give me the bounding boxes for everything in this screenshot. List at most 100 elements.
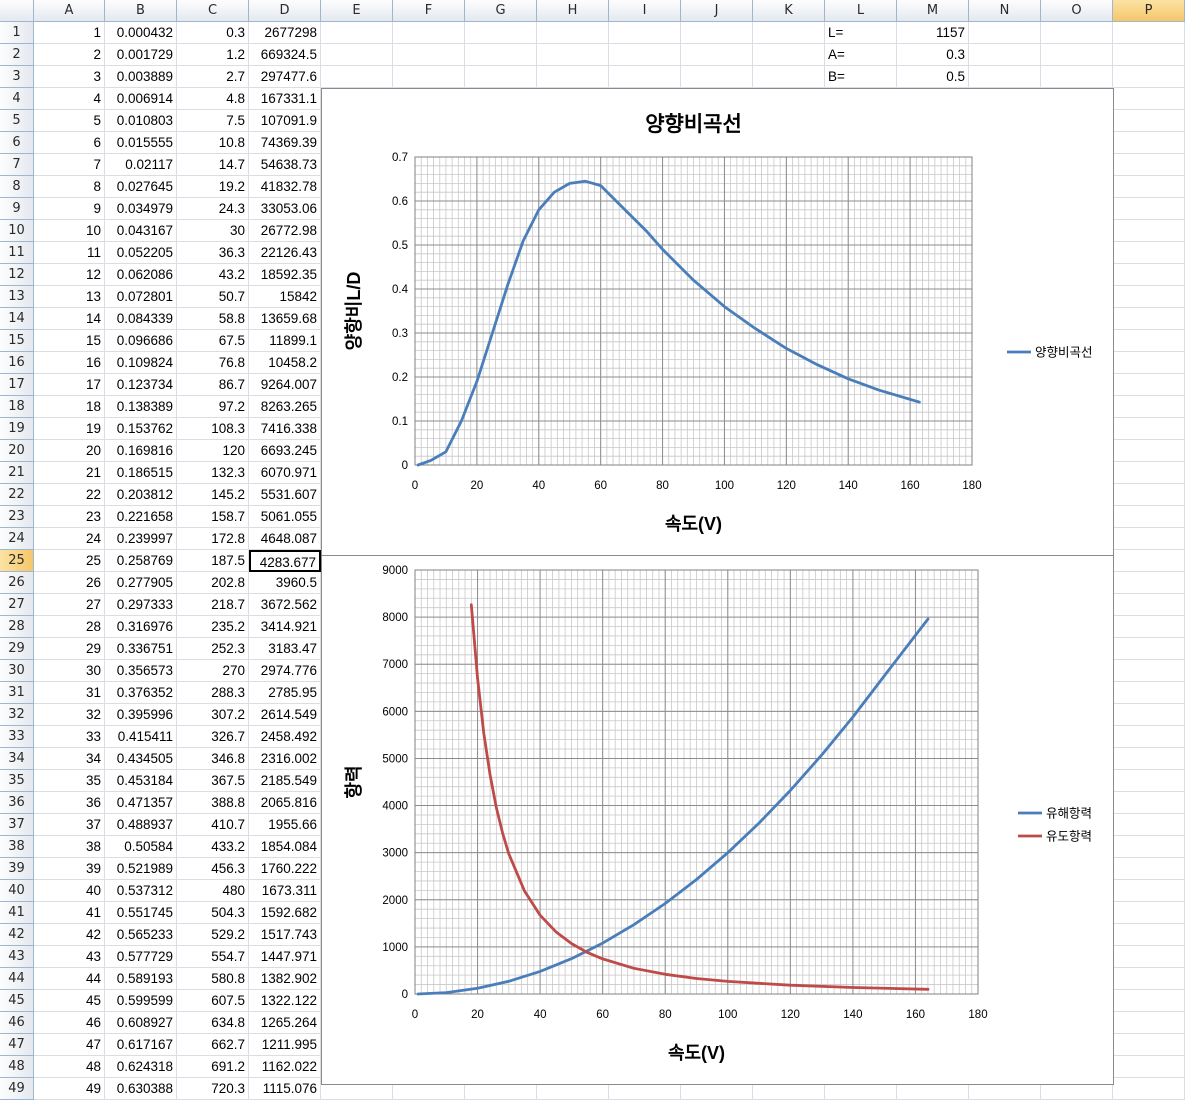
table-cell[interactable]: 0.153762: [105, 418, 177, 440]
table-cell[interactable]: 10458.2: [249, 352, 321, 374]
empty-cell[interactable]: [1113, 748, 1185, 770]
empty-cell[interactable]: [1113, 198, 1185, 220]
table-cell[interactable]: 0.010803: [105, 110, 177, 132]
table-cell[interactable]: 5061.055: [249, 506, 321, 528]
table-cell[interactable]: 14.7: [177, 154, 249, 176]
column-header-n[interactable]: N: [969, 0, 1041, 22]
table-cell[interactable]: 2974.776: [249, 660, 321, 682]
table-cell[interactable]: 27: [34, 594, 105, 616]
row-header[interactable]: 45: [0, 990, 34, 1012]
table-cell[interactable]: 0.376352: [105, 682, 177, 704]
param-label[interactable]: A=: [825, 44, 897, 66]
empty-cell[interactable]: [609, 22, 681, 44]
table-cell[interactable]: 0.599599: [105, 990, 177, 1012]
empty-cell[interactable]: [1041, 22, 1113, 44]
empty-cell[interactable]: [1113, 1056, 1185, 1078]
table-cell[interactable]: 15842: [249, 286, 321, 308]
table-cell[interactable]: 388.8: [177, 792, 249, 814]
table-cell[interactable]: 33: [34, 726, 105, 748]
table-cell[interactable]: 0.052205: [105, 242, 177, 264]
column-header-j[interactable]: J: [681, 0, 753, 22]
drag-chart[interactable]: 0 20 40 60 80 100 120 140 160 180 0 1000 2000 3000 400…: [321, 555, 1114, 1085]
row-header[interactable]: 31: [0, 682, 34, 704]
table-cell[interactable]: 202.8: [177, 572, 249, 594]
table-cell[interactable]: 307.2: [177, 704, 249, 726]
table-cell[interactable]: 24.3: [177, 198, 249, 220]
column-header-a[interactable]: A: [34, 0, 105, 22]
row-header[interactable]: 35: [0, 770, 34, 792]
table-cell[interactable]: 0.001729: [105, 44, 177, 66]
table-cell[interactable]: 0.521989: [105, 858, 177, 880]
table-cell[interactable]: 58.8: [177, 308, 249, 330]
table-cell[interactable]: 346.8: [177, 748, 249, 770]
empty-cell[interactable]: [1113, 594, 1185, 616]
empty-cell[interactable]: [1113, 352, 1185, 374]
table-cell[interactable]: 41: [34, 902, 105, 924]
table-cell[interactable]: 40: [34, 880, 105, 902]
column-header-p[interactable]: P: [1113, 0, 1185, 22]
table-cell[interactable]: 0.316976: [105, 616, 177, 638]
row-header[interactable]: 28: [0, 616, 34, 638]
empty-cell[interactable]: [1113, 902, 1185, 924]
row-header[interactable]: 25: [0, 550, 34, 572]
table-cell[interactable]: 1517.743: [249, 924, 321, 946]
table-cell[interactable]: 0.096686: [105, 330, 177, 352]
row-header[interactable]: 18: [0, 396, 34, 418]
empty-cell[interactable]: [609, 66, 681, 88]
table-cell[interactable]: 662.7: [177, 1034, 249, 1056]
table-cell[interactable]: 2: [34, 44, 105, 66]
column-header-k[interactable]: K: [753, 0, 825, 22]
row-header[interactable]: 41: [0, 902, 34, 924]
row-header[interactable]: 43: [0, 946, 34, 968]
empty-cell[interactable]: [1113, 638, 1185, 660]
table-cell[interactable]: 50.7: [177, 286, 249, 308]
column-header-o[interactable]: O: [1041, 0, 1113, 22]
table-cell[interactable]: 0.336751: [105, 638, 177, 660]
empty-cell[interactable]: [1041, 44, 1113, 66]
empty-cell[interactable]: [1113, 440, 1185, 462]
table-cell[interactable]: 0.565233: [105, 924, 177, 946]
table-cell[interactable]: 0.630388: [105, 1078, 177, 1100]
table-cell[interactable]: 9264.007: [249, 374, 321, 396]
empty-cell[interactable]: [1113, 264, 1185, 286]
table-cell[interactable]: 7416.338: [249, 418, 321, 440]
table-cell[interactable]: 0.109824: [105, 352, 177, 374]
table-cell[interactable]: 0.084339: [105, 308, 177, 330]
row-header[interactable]: 38: [0, 836, 34, 858]
table-cell[interactable]: 45: [34, 990, 105, 1012]
table-cell[interactable]: 0.624318: [105, 1056, 177, 1078]
table-cell[interactable]: 0.3: [177, 22, 249, 44]
empty-cell[interactable]: [321, 22, 393, 44]
table-cell[interactable]: 0.034979: [105, 198, 177, 220]
table-cell[interactable]: 1162.022: [249, 1056, 321, 1078]
table-cell[interactable]: 8: [34, 176, 105, 198]
table-cell[interactable]: 24: [34, 528, 105, 550]
table-cell[interactable]: 32: [34, 704, 105, 726]
table-cell[interactable]: 26: [34, 572, 105, 594]
table-cell[interactable]: 0.395996: [105, 704, 177, 726]
table-cell[interactable]: 0.000432: [105, 22, 177, 44]
table-cell[interactable]: 30: [34, 660, 105, 682]
empty-cell[interactable]: [1113, 616, 1185, 638]
table-cell[interactable]: 34: [34, 748, 105, 770]
table-cell[interactable]: 1447.971: [249, 946, 321, 968]
table-cell[interactable]: 22126.43: [249, 242, 321, 264]
row-header[interactable]: 3: [0, 66, 34, 88]
table-cell[interactable]: 28: [34, 616, 105, 638]
row-header[interactable]: 26: [0, 572, 34, 594]
empty-cell[interactable]: [753, 66, 825, 88]
empty-cell[interactable]: [1113, 1012, 1185, 1034]
table-cell[interactable]: 2.7: [177, 66, 249, 88]
table-cell[interactable]: 18592.35: [249, 264, 321, 286]
table-cell[interactable]: 9: [34, 198, 105, 220]
empty-cell[interactable]: [1113, 924, 1185, 946]
table-cell[interactable]: 1265.264: [249, 1012, 321, 1034]
table-cell[interactable]: 1382.902: [249, 968, 321, 990]
row-header[interactable]: 21: [0, 462, 34, 484]
table-cell[interactable]: 18: [34, 396, 105, 418]
table-cell[interactable]: 36: [34, 792, 105, 814]
column-header-e[interactable]: E: [321, 0, 393, 22]
column-header-h[interactable]: H: [537, 0, 609, 22]
column-header-c[interactable]: C: [177, 0, 249, 22]
table-cell[interactable]: 43.2: [177, 264, 249, 286]
